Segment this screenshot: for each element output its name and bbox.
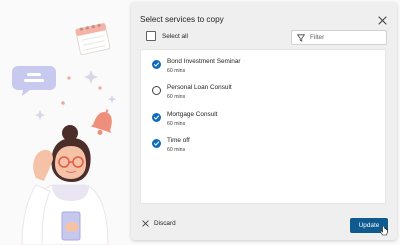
- dismiss-icon: [142, 220, 149, 227]
- service-name: Time off: [167, 137, 190, 144]
- dialog-header: Select services to copy: [140, 14, 389, 28]
- service-duration: 60 mins: [167, 147, 186, 153]
- service-item-mortgage-consult[interactable]: Mortgage Consult 60 mins: [152, 110, 217, 128]
- close-button[interactable]: [375, 13, 389, 27]
- person-figure: [21, 125, 109, 245]
- discard-button[interactable]: Discard: [142, 220, 176, 227]
- bell-icon: [90, 109, 112, 135]
- filter-placeholder: Filter: [310, 34, 325, 41]
- dialog-toolbar: Select all Filter: [145, 30, 387, 46]
- hand-cursor-icon: [380, 226, 388, 236]
- select-all-checkbox[interactable]: Select all: [146, 31, 188, 41]
- service-item-bond-investment-seminar[interactable]: Bond Investment Seminar 60 mins: [152, 57, 241, 75]
- update-button[interactable]: Update: [350, 218, 388, 236]
- dialog-title: Select services to copy: [140, 15, 224, 24]
- service-name: Personal Loan Consult: [167, 84, 232, 91]
- select-all-label: Select all: [162, 32, 188, 40]
- service-name: Bond Investment Seminar: [167, 58, 241, 65]
- selected-check-icon[interactable]: [152, 60, 161, 69]
- service-duration: 60 mins: [167, 121, 186, 127]
- filter-input[interactable]: Filter: [291, 30, 387, 45]
- dialog-footer: Discard Update: [141, 218, 388, 236]
- service-duration: 60 mins: [167, 68, 186, 74]
- service-duration: 60 mins: [167, 94, 186, 100]
- copy-services-dialog: Select services to copy Select all Filte…: [131, 2, 397, 240]
- checkbox-box[interactable]: [146, 31, 156, 41]
- unselected-radio-icon[interactable]: [152, 86, 161, 95]
- services-list: Bond Investment Seminar 60 mins Personal…: [140, 49, 386, 204]
- illustration-art: [12, 23, 117, 245]
- illustration: [0, 0, 130, 245]
- close-icon: [377, 15, 387, 25]
- calendar-icon: [75, 23, 111, 55]
- service-name: Mortgage Consult: [167, 111, 218, 118]
- service-item-time-off[interactable]: Time off 60 mins: [152, 136, 190, 154]
- filter-icon: [297, 33, 305, 42]
- update-label: Update: [358, 222, 380, 229]
- selected-check-icon[interactable]: [152, 113, 161, 122]
- service-item-personal-loan-consult[interactable]: Personal Loan Consult 60 mins: [152, 83, 232, 101]
- selected-check-icon[interactable]: [152, 139, 161, 148]
- discard-label: Discard: [154, 220, 176, 227]
- chat-bubble-icon: [12, 66, 56, 96]
